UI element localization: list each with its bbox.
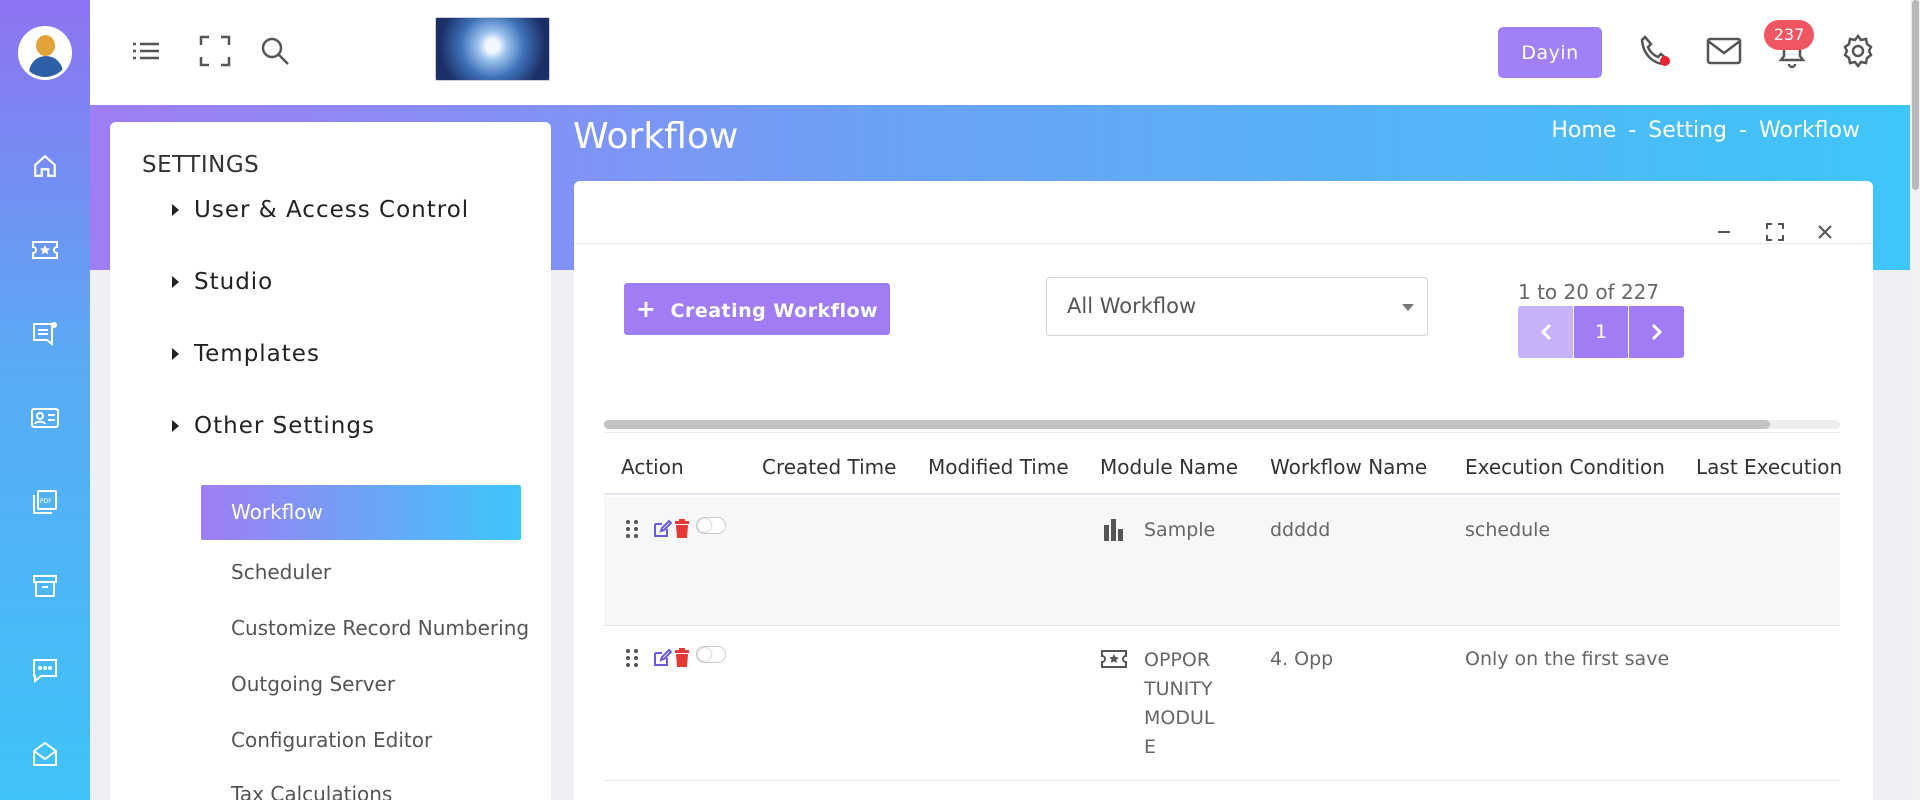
- settings-item-outgoing-server[interactable]: Outgoing Server: [231, 672, 551, 696]
- breadcrumb-home[interactable]: Home: [1551, 118, 1616, 143]
- page-vertical-scrollbar[interactable]: [1910, 0, 1920, 800]
- dayin-button[interactable]: Dayin: [1498, 27, 1602, 78]
- table-header: Action Created Time Modified Time Module…: [604, 432, 1842, 495]
- delete-icon[interactable]: [674, 519, 690, 542]
- ticket-star-icon[interactable]: [27, 232, 63, 268]
- edit-icon[interactable]: [652, 648, 673, 672]
- column-header-action[interactable]: Action: [621, 455, 684, 479]
- create-workflow-button[interactable]: + Creating Workflow: [624, 283, 890, 335]
- settings-item-tax-calculations[interactable]: Tax Calculations: [231, 782, 551, 800]
- home-icon[interactable]: [27, 148, 63, 184]
- user-avatar[interactable]: [18, 26, 72, 80]
- workflow-card: + Creating Workflow All Workflow 1 to 20 …: [574, 181, 1873, 800]
- svg-text:PDF: PDF: [40, 498, 52, 505]
- notification-count-badge: 237: [1764, 20, 1814, 50]
- table-scrollbar-thumb[interactable]: [604, 420, 1770, 429]
- chat-icon[interactable]: [27, 652, 63, 688]
- news-icon[interactable]: [27, 316, 63, 352]
- column-header-execution-condition[interactable]: Execution Condition: [1465, 455, 1665, 479]
- settings-group-studio[interactable]: Studio: [172, 269, 273, 295]
- archive-icon[interactable]: [27, 568, 63, 604]
- settings-item-record-numbering[interactable]: Customize Record Numbering: [231, 616, 551, 640]
- workflow-name-cell: ddddd: [1270, 519, 1331, 541]
- workflow-name-cell: 4. Opp: [1270, 648, 1334, 670]
- close-icon[interactable]: [1810, 217, 1840, 247]
- table-row[interactable]: Sample ddddd schedule: [604, 497, 1840, 626]
- caret-right-icon: [172, 204, 179, 216]
- page-number-button[interactable]: 1: [1574, 306, 1628, 358]
- column-header-last-execution[interactable]: Last Execution: [1696, 455, 1842, 479]
- settings-group-user-access[interactable]: User & Access Control: [172, 197, 469, 223]
- column-header-modified-time[interactable]: Modified Time: [928, 455, 1069, 479]
- breadcrumb-current: Workflow: [1758, 118, 1860, 143]
- drag-handle-icon[interactable]: [625, 519, 639, 543]
- execution-condition-cell: Only on the first save: [1465, 648, 1670, 670]
- top-header: Dayin 237: [90, 0, 1910, 105]
- breadcrumb-setting[interactable]: Setting: [1648, 118, 1727, 143]
- breadcrumb-separator: -: [1628, 118, 1637, 143]
- mail-open-icon[interactable]: [27, 736, 63, 772]
- delete-icon[interactable]: [674, 648, 690, 671]
- page-title: Workflow: [573, 116, 739, 157]
- gear-icon[interactable]: [1840, 33, 1876, 69]
- enable-toggle[interactable]: [696, 517, 726, 534]
- fullscreen-icon[interactable]: [197, 33, 233, 69]
- pagination-summary: 1 to 20 of 227: [1518, 280, 1660, 304]
- dropdown-arrow-icon: [1402, 304, 1414, 311]
- module-name-cell: OPPOR TUNITY MODUL E: [1144, 649, 1215, 758]
- settings-group-other[interactable]: Other Settings: [172, 413, 375, 439]
- settings-item-scheduler[interactable]: Scheduler: [231, 560, 551, 584]
- search-icon[interactable]: [257, 33, 293, 69]
- prev-page-button[interactable]: [1518, 306, 1573, 358]
- edit-icon[interactable]: [652, 519, 673, 543]
- breadcrumb-separator: -: [1739, 118, 1747, 143]
- settings-item-config-editor[interactable]: Configuration Editor: [231, 728, 551, 752]
- filter-value: All Workflow: [1067, 294, 1197, 318]
- column-header-module-name[interactable]: Module Name: [1100, 455, 1238, 479]
- phone-icon[interactable]: [1638, 33, 1674, 69]
- next-page-button[interactable]: [1629, 306, 1684, 358]
- brand-banner-image: [435, 17, 550, 81]
- table-row[interactable]: OPPOR TUNITY MODUL E 4. Opp Only on the …: [604, 626, 1840, 781]
- plus-icon: +: [635, 295, 657, 323]
- caret-right-icon: [172, 276, 179, 288]
- column-header-workflow-name[interactable]: Workflow Name: [1270, 455, 1427, 479]
- mail-icon[interactable]: [1706, 33, 1742, 69]
- module-name-cell: Sample: [1144, 519, 1216, 541]
- settings-group-templates[interactable]: Templates: [172, 341, 320, 367]
- contact-card-icon[interactable]: [27, 400, 63, 436]
- column-header-created-time[interactable]: Created Time: [762, 455, 896, 479]
- caret-right-icon: [172, 348, 179, 360]
- page-scrollbar-thumb[interactable]: [1912, 0, 1919, 190]
- bar-chart-icon: [1102, 519, 1126, 546]
- left-nav-rail: PDF: [0, 0, 90, 800]
- minimize-icon[interactable]: [1709, 217, 1739, 247]
- expand-icon[interactable]: [1760, 217, 1790, 247]
- pdf-icon[interactable]: PDF: [27, 484, 63, 520]
- workflow-filter-select[interactable]: All Workflow: [1046, 277, 1428, 336]
- settings-panel: SETTINGS User & Access Control Studio Te…: [110, 122, 551, 800]
- drag-handle-icon[interactable]: [625, 648, 639, 672]
- execution-condition-cell: schedule: [1465, 519, 1551, 541]
- ticket-star-icon: [1100, 648, 1128, 675]
- caret-right-icon: [172, 420, 179, 432]
- enable-toggle[interactable]: [696, 646, 726, 663]
- settings-item-workflow[interactable]: Workflow: [201, 485, 521, 540]
- list-icon[interactable]: [128, 33, 164, 69]
- breadcrumb: Home - Setting - Workflow: [1551, 118, 1860, 143]
- settings-heading: SETTINGS: [142, 152, 260, 178]
